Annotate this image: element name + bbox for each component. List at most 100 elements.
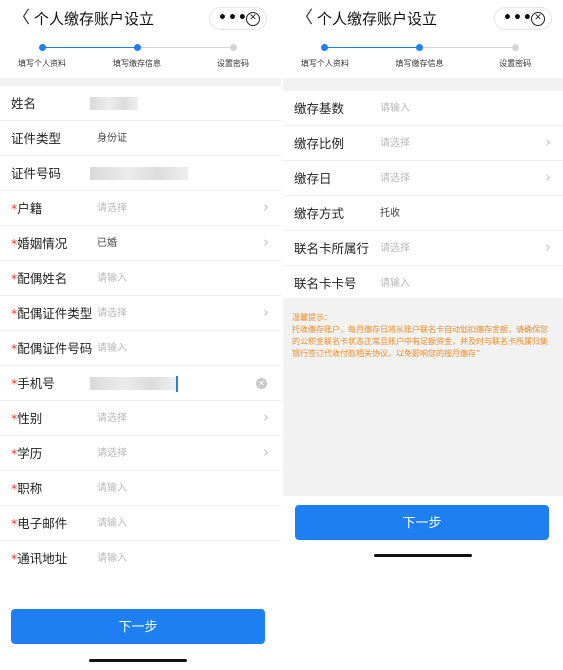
chevron-right-icon: › (545, 133, 551, 151)
step-label: 设置密码 (217, 59, 249, 68)
form-row-5[interactable]: 联名卡卡号 请输入 (283, 266, 563, 301)
tip-box: 温馨提示： 托收缴存账户，每月缴存日将从账户联名卡自动划扣缴存金额，请确保您的公… (283, 298, 563, 496)
field-value: 请输入 (380, 103, 410, 114)
field-value: 请选择 (97, 203, 127, 214)
field-label: *职称 (11, 480, 42, 497)
form-row-4[interactable]: *婚姻情况 已婚 › (0, 226, 281, 261)
field-label-text: 证件号码 (11, 166, 62, 181)
chevron-right-icon: › (545, 238, 551, 256)
next-step-button[interactable]: 下一步 (11, 609, 265, 644)
step-line (419, 47, 516, 48)
form-row-8[interactable]: *手机号 ✕ (0, 366, 281, 401)
field-value: 请选择 (97, 413, 127, 424)
field-label: *配偶证件号码 (11, 340, 92, 357)
form-row-9[interactable]: *性别 请选择 › (0, 401, 281, 436)
field-label: 证件号码 (11, 165, 61, 182)
form-row-12[interactable]: *电子邮件 请输入 (0, 506, 281, 541)
form-row-1: 证件类型 身份证 (0, 121, 281, 156)
field-label-text: 通讯地址 (17, 551, 68, 566)
chevron-right-icon: › (545, 168, 551, 186)
field-label: 缴存日 (294, 171, 332, 186)
step-line (137, 47, 233, 48)
back-icon[interactable]: 〈 (296, 9, 313, 27)
step-line (42, 47, 137, 48)
form-row-1[interactable]: 缴存比例 请选择 › (283, 126, 563, 161)
field-label: 缴存基数 (294, 101, 345, 116)
field-label-text: 姓名 (11, 96, 37, 111)
field-value: 请输入 (380, 278, 410, 289)
field-label: 缴存方式 (294, 206, 345, 221)
close-circle-icon[interactable]: ✕ (531, 12, 545, 26)
field-label: *配偶证件类型 (11, 305, 92, 322)
clear-circle-icon[interactable]: ✕ (256, 378, 267, 389)
next-step-button[interactable]: 下一步 (295, 505, 549, 540)
form-row-3[interactable]: *户籍 请选择 › (0, 191, 281, 226)
mini-program-capsule: ••• ✕ (209, 7, 267, 30)
chevron-right-icon: › (263, 233, 269, 251)
form-row-11[interactable]: *职称 请输入 (0, 471, 281, 506)
field-label: *婚姻情况 (11, 235, 67, 252)
form-row-6[interactable]: *配偶证件类型 请选择 › (0, 296, 281, 331)
field-label: *性别 (11, 410, 42, 427)
field-label-text: 学历 (17, 446, 43, 461)
more-dots-icon[interactable]: ••• (218, 10, 248, 27)
field-label-text: 手机号 (17, 376, 55, 391)
redacted-phone[interactable] (90, 377, 176, 390)
step-label: 填写个人资料 (300, 59, 349, 68)
field-label-text: 婚姻情况 (17, 236, 68, 251)
field-label-text: 配偶姓名 (17, 271, 68, 286)
field-label: 证件类型 (11, 130, 61, 147)
step-line (324, 47, 420, 48)
personal-info-form: 姓名 证件类型 身份证 证件号码 *户籍 请选择 › *婚姻情况 已婚 › *配偶姓名 请输入 *配偶证… (0, 86, 281, 576)
home-indicator (89, 659, 187, 662)
more-dots-icon[interactable]: ••• (503, 10, 533, 27)
field-value: 托收 (380, 208, 400, 219)
step-progress: 填写个人资料 填写缴存信息 设置密码 (283, 38, 563, 78)
field-label: 联名卡所属行 (294, 241, 370, 256)
field-value: 请输入 (97, 553, 127, 564)
tip-body: 托收缴存账户，每月缴存日将从账户联名卡自动划扣缴存金额，请确保您的公积金联名卡状… (292, 325, 548, 358)
field-label: *通讯地址 (11, 550, 67, 567)
field-label: 缴存比例 (294, 136, 345, 151)
left-screen: 〈 个人缴存账户设立 ••• ✕ 填写个人资料 填写缴存信息 设置密码 姓名 证件类型… (0, 0, 281, 670)
step-dot (321, 44, 329, 51)
step-dot (38, 44, 46, 51)
field-label-text: 配偶证件类型 (17, 306, 93, 321)
form-row-7[interactable]: *配偶证件号码 请输入 (0, 331, 281, 366)
field-value: 身份证 (97, 133, 127, 144)
field-label-text: 证件类型 (11, 131, 62, 146)
field-label: *学历 (11, 445, 42, 462)
back-icon[interactable]: 〈 (13, 9, 30, 27)
form-row-2[interactable]: 缴存日 请选择 › (283, 161, 563, 196)
field-label: *电子邮件 (11, 515, 67, 532)
close-circle-icon[interactable]: ✕ (246, 12, 260, 26)
right-screen: 〈 个人缴存账户设立 ••• ✕ 填写个人资料 填写缴存信息 设置密码 缴存基数 请输… (283, 0, 563, 670)
chevron-right-icon: › (263, 303, 269, 321)
field-label-text: 性别 (17, 411, 43, 426)
form-row-5[interactable]: *配偶姓名 请输入 (0, 261, 281, 296)
field-label-text: 配偶证件号码 (17, 341, 93, 356)
field-value: 请输入 (97, 343, 127, 354)
form-row-2: 证件号码 (0, 156, 281, 191)
step-label: 填写个人资料 (18, 59, 66, 68)
field-label: *户籍 (11, 200, 42, 217)
form-row-0: 姓名 (0, 86, 281, 121)
form-row-13[interactable]: *通讯地址 请输入 (0, 541, 281, 576)
nav-bar: 〈 个人缴存账户设立 ••• ✕ (0, 0, 281, 38)
section-gap (0, 78, 281, 86)
form-row-0[interactable]: 缴存基数 请输入 (283, 91, 563, 126)
field-label-text: 职称 (17, 481, 43, 496)
form-row-3: 缴存方式 托收 (283, 196, 563, 231)
form-row-4[interactable]: 联名卡所属行 请选择 › (283, 231, 563, 266)
chevron-right-icon: › (263, 408, 269, 426)
field-value: 请选择 (380, 243, 410, 254)
page-title: 个人缴存账户设立 (34, 10, 155, 28)
form-row-10[interactable]: *学历 请选择 › (0, 436, 281, 471)
chevron-right-icon: › (263, 198, 269, 216)
field-value: 请选择 (97, 308, 127, 319)
field-value: 请输入 (97, 483, 127, 494)
tip-title: 温馨提示： (292, 313, 332, 322)
mini-program-capsule: ••• ✕ (494, 7, 552, 30)
field-label: *手机号 (11, 375, 55, 392)
section-gap (283, 78, 563, 91)
